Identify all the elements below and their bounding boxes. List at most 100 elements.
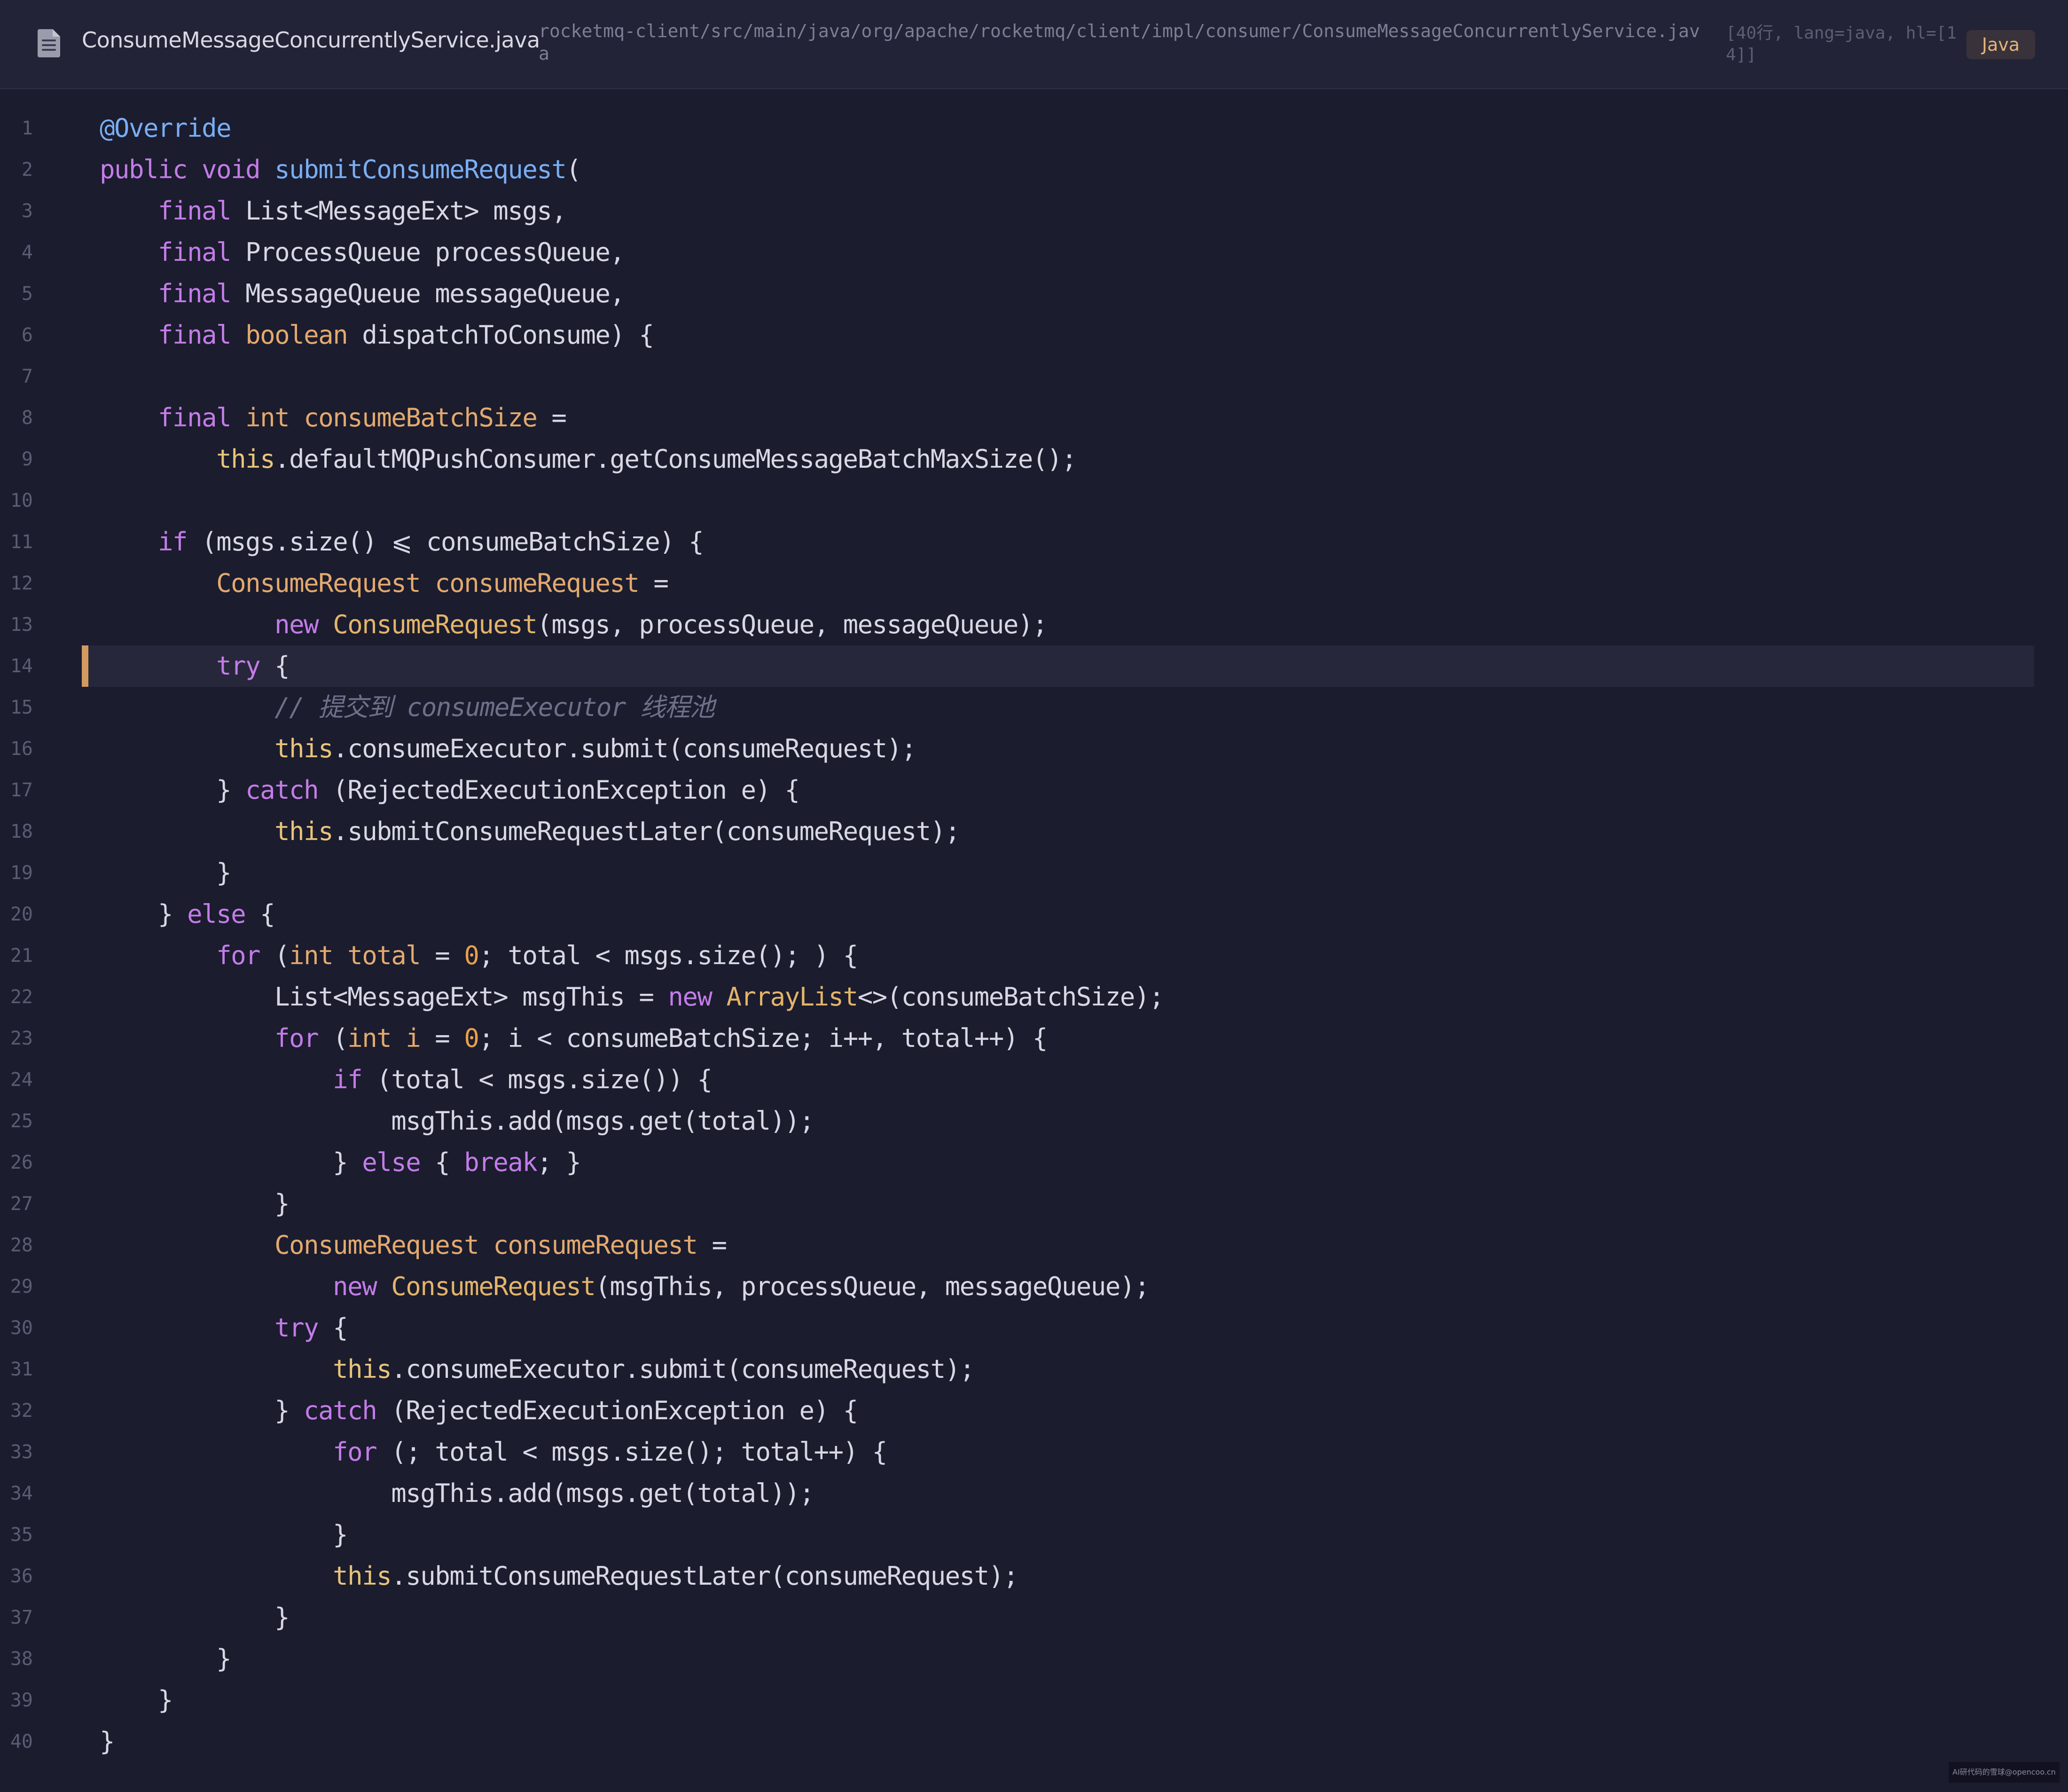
line-code: @Override bbox=[100, 108, 232, 149]
code-line: 19 } bbox=[0, 852, 2068, 894]
code-token: dispatchToConsume) { bbox=[347, 320, 654, 350]
code-token: final bbox=[158, 279, 232, 308]
code-token: @Override bbox=[100, 113, 232, 143]
line-code: final List<MessageExt> msgs, bbox=[100, 190, 567, 232]
line-number: 15 bbox=[10, 697, 33, 718]
line-code: for (int total = 0; total < msgs.size();… bbox=[100, 935, 858, 976]
code-line: 32 } catch (RejectedExecutionException e… bbox=[0, 1390, 2068, 1431]
code-token: (msgs.size() ⩽ consumeBatchSize) { bbox=[187, 527, 704, 557]
file-header: ConsumeMessageConcurrentlyService.java r… bbox=[0, 0, 2068, 89]
code-token: } bbox=[100, 1148, 362, 1177]
code-token: = bbox=[639, 568, 669, 598]
code-token: int bbox=[245, 403, 290, 432]
line-code: if (msgs.size() ⩽ consumeBatchSize) { bbox=[100, 521, 704, 563]
line-code: List<MessageExt> msgThis = new ArrayList… bbox=[100, 976, 1164, 1018]
line-highlight bbox=[82, 645, 2034, 687]
code-token: final bbox=[158, 320, 232, 350]
code-line: 25 msgThis.add(msgs.get(total)); bbox=[0, 1100, 2068, 1142]
code-token: <>(consumeBatchSize); bbox=[857, 982, 1165, 1012]
code-token: this bbox=[333, 1561, 392, 1591]
code-token: void bbox=[202, 155, 261, 184]
code-token: } bbox=[100, 899, 188, 929]
code-line: 2 public void submitConsumeRequest( bbox=[0, 149, 2068, 190]
code-line: 36 this.submitConsumeRequestLater(consum… bbox=[0, 1556, 2068, 1597]
code-token: public bbox=[100, 155, 188, 184]
line-code: ConsumeRequest consumeRequest = bbox=[100, 1225, 727, 1266]
code-line: 5 final MessageQueue messageQueue, bbox=[0, 273, 2068, 314]
code-token: boolean bbox=[245, 320, 348, 350]
line-number: 2 bbox=[21, 159, 33, 181]
code-token: msgThis.add(msgs.get(total)); bbox=[100, 1478, 815, 1508]
line-code: final boolean dispatchToConsume) { bbox=[100, 314, 654, 356]
line-code: } catch (RejectedExecutionException e) { bbox=[100, 1390, 858, 1431]
code-line: 20 } else { bbox=[0, 894, 2068, 935]
code-line: 10 bbox=[0, 480, 2068, 521]
code-line: 21 for (int total = 0; total < msgs.size… bbox=[0, 935, 2068, 976]
code-token: submitConsumeRequest bbox=[274, 155, 567, 184]
code-line: 6 final boolean dispatchToConsume) { bbox=[0, 314, 2068, 356]
code-token: List<MessageExt> msgThis = bbox=[100, 982, 668, 1012]
code-token: ArrayList bbox=[726, 982, 858, 1012]
code-token: if bbox=[333, 1065, 363, 1094]
code-line: 28 ConsumeRequest consumeRequest = bbox=[0, 1225, 2068, 1266]
line-code: final int consumeBatchSize = bbox=[100, 397, 567, 439]
code-line: 29 new ConsumeRequest(msgThis, processQu… bbox=[0, 1266, 2068, 1307]
line-number: 36 bbox=[10, 1565, 33, 1587]
code-token: try bbox=[274, 1313, 319, 1343]
code-token: total bbox=[347, 941, 421, 970]
code-line: 18 this.submitConsumeRequestLater(consum… bbox=[0, 811, 2068, 852]
code-token: for bbox=[216, 941, 261, 970]
line-number: 19 bbox=[10, 862, 33, 884]
code-token: // 提交到 consumeExecutor 线程池 bbox=[274, 692, 715, 722]
code-area: 1 @Override 2 public void submitConsumeRequ… bbox=[0, 108, 2068, 1762]
code-token: try bbox=[216, 651, 261, 681]
code-line: 8 final int consumeBatchSize = bbox=[0, 397, 2068, 439]
line-code: } else { bbox=[100, 894, 275, 935]
code-token: ; total < msgs.size(); ) { bbox=[478, 941, 858, 970]
line-code: msgThis.add(msgs.get(total)); bbox=[100, 1473, 815, 1514]
code-line: 16 this.consumeExecutor.submit(consumeRe… bbox=[0, 728, 2068, 770]
code-line: 4 final ProcessQueue processQueue, bbox=[0, 232, 2068, 273]
code-line: 40} bbox=[0, 1721, 2068, 1762]
code-token: i bbox=[406, 1023, 421, 1053]
line-number: 40 bbox=[10, 1731, 33, 1753]
line-code: try { bbox=[100, 1307, 348, 1349]
code-token: = bbox=[420, 1023, 464, 1053]
code-token: this bbox=[333, 1354, 392, 1384]
line-number: 21 bbox=[10, 945, 33, 967]
line-code: } bbox=[100, 852, 232, 894]
line-number: 3 bbox=[21, 200, 33, 222]
file-path: rocketmq-client/src/main/java/org/apache… bbox=[539, 21, 1700, 64]
code-token: List<MessageExt> msgs, bbox=[231, 196, 567, 226]
language-badge: Java bbox=[1966, 30, 2035, 59]
code-line: 27 } bbox=[0, 1183, 2068, 1225]
line-number: 24 bbox=[10, 1069, 33, 1091]
code-line: 22 List<MessageExt> msgThis = new ArrayL… bbox=[0, 976, 2068, 1018]
code-line: 23 for (int i = 0; i < consumeBatchSize;… bbox=[0, 1018, 2068, 1059]
line-code: new ConsumeRequest(msgs, processQueue, m… bbox=[100, 604, 1048, 645]
code-token: break bbox=[464, 1148, 538, 1177]
file-name: ConsumeMessageConcurrentlyService.java bbox=[82, 27, 540, 53]
code-token: 0 bbox=[464, 941, 479, 970]
code-token: consumeRequest bbox=[493, 1230, 698, 1260]
line-code: final MessageQueue messageQueue, bbox=[100, 273, 625, 314]
code-token: { bbox=[318, 1313, 348, 1343]
code-token: { bbox=[260, 651, 290, 681]
